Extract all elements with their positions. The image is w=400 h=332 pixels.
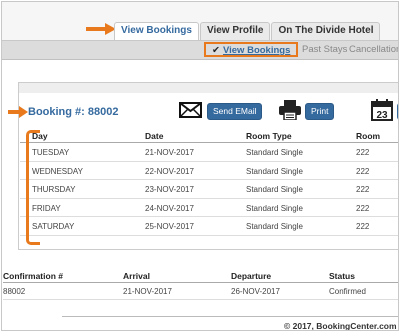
send-email-button[interactable]: Send EMail xyxy=(207,103,263,120)
column-header-room-type: Room Type xyxy=(246,131,292,141)
table-row: SATURDAY 25-NOV-2017 Standard Single 222 xyxy=(20,217,398,236)
add-to-calendar-button[interactable] xyxy=(397,103,398,120)
stay-room: 222 xyxy=(356,148,370,157)
column-header-status: Status xyxy=(329,271,355,281)
copyright-text: © 2017, BookingCenter.com xyxy=(284,321,397,331)
subtab-cancellations[interactable]: Cancellations xyxy=(349,44,398,55)
stay-date: 23-NOV-2017 xyxy=(145,185,194,194)
print-button[interactable]: Print xyxy=(305,103,335,120)
sub-tabs: ✔View Bookings Past Stays Cancellations xyxy=(2,40,398,60)
main-tabs: View Bookings View Profile On The Divide… xyxy=(114,22,381,41)
confirmation-number: 88002 xyxy=(3,287,26,296)
stay-date: 25-NOV-2017 xyxy=(145,222,194,231)
summary-table: Confirmation # Arrival Departure Status … xyxy=(3,270,398,300)
tab-hotel[interactable]: On The Divide Hotel xyxy=(271,22,381,40)
subtab-view-bookings[interactable]: ✔ View Bookings xyxy=(204,42,299,57)
table-header-row: Confirmation # Arrival Departure Status xyxy=(3,270,398,283)
stay-date: 22-NOV-2017 xyxy=(145,166,194,176)
arrival-date: 21-NOV-2017 xyxy=(123,287,172,296)
calendar-day: 23 xyxy=(376,110,388,121)
column-header-confirmation: Confirmation # xyxy=(3,271,63,281)
column-header-arrival: Arrival xyxy=(123,271,150,281)
column-header-room: Room xyxy=(356,131,381,141)
column-header-departure: Departure xyxy=(231,271,272,281)
table-row: TUESDAY 21-NOV-2017 Standard Single 222 xyxy=(20,143,398,162)
envelope-icon[interactable] xyxy=(179,102,202,118)
stay-room-type: Standard Single xyxy=(246,185,303,194)
tab-view-bookings[interactable]: View Bookings xyxy=(114,22,199,41)
stay-room-type: Standard Single xyxy=(246,222,303,231)
stay-room: 222 xyxy=(356,166,370,176)
stay-room-type: Standard Single xyxy=(246,148,303,157)
table-row: FRIDAY 24-NOV-2017 Standard Single 222 xyxy=(20,199,398,217)
table-header-row: Day Date Room Type Room xyxy=(20,130,398,143)
column-header-date: Date xyxy=(145,131,164,141)
table-row: WEDNESDAY 22-NOV-2017 Standard Single 22… xyxy=(20,162,398,180)
status-badge: Confirmed xyxy=(329,287,366,296)
table-row: 88002 21-NOV-2017 26-NOV-2017 Confirmed xyxy=(3,283,398,300)
stays-table: Day Date Room Type Room TUESDAY 21-NOV-2… xyxy=(20,130,398,236)
subtab-view-bookings-label: View Bookings xyxy=(222,45,291,56)
printer-icon[interactable] xyxy=(279,100,301,120)
subtab-past-stays[interactable]: Past Stays xyxy=(302,44,347,55)
highlight-bracket xyxy=(26,130,40,245)
departure-date: 26-NOV-2017 xyxy=(231,287,280,296)
arrow-right-icon xyxy=(86,23,116,35)
stay-date: 21-NOV-2017 xyxy=(145,148,194,157)
tab-view-profile[interactable]: View Profile xyxy=(199,22,271,40)
stay-room: 222 xyxy=(356,185,370,194)
page-frame: View Bookings View Profile On The Divide… xyxy=(1,1,399,331)
stay-date: 24-NOV-2017 xyxy=(145,203,194,213)
calendar-icon[interactable]: 23 xyxy=(371,99,393,121)
stay-room: 222 xyxy=(356,222,370,231)
table-row: THURSDAY 23-NOV-2017 Standard Single 222 xyxy=(20,180,398,199)
checkmark-icon: ✔ xyxy=(212,45,220,56)
footer-divider xyxy=(62,316,398,317)
booking-number: Booking #: 88002 xyxy=(28,106,119,118)
stay-room-type: Standard Single xyxy=(246,166,303,176)
arrow-right-icon xyxy=(8,106,28,118)
tab-bar: View Bookings View Profile On The Divide… xyxy=(2,2,398,60)
stay-room: 222 xyxy=(356,203,370,213)
card-header-strip xyxy=(19,83,398,93)
stay-room-type: Standard Single xyxy=(246,203,303,213)
